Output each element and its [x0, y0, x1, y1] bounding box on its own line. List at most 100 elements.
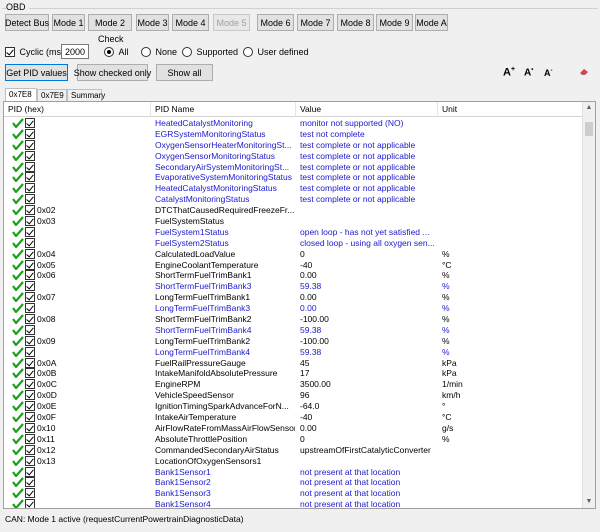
table-row[interactable]: 0x13 LocationOfOxygenSensors1 — [4, 455, 582, 467]
table-row[interactable]: Bank1Sensor3 not present at that location — [4, 488, 582, 499]
header-value[interactable]: Value — [296, 102, 438, 117]
table-row[interactable]: 0x05 EngineCoolantTemperature -40 °C — [4, 259, 582, 271]
mode-6-button[interactable]: Mode 6 — [257, 14, 294, 31]
table-row[interactable]: CatalystMonitoringStatus test complete or… — [4, 194, 582, 205]
table-row[interactable]: 0x07 LongTermFuelTrimBank1 0.00% — [4, 292, 582, 303]
mode-5-button[interactable]: Mode 5 — [213, 14, 250, 31]
row-checkbox[interactable] — [25, 379, 35, 390]
row-checkbox[interactable] — [25, 422, 35, 433]
mode-4-button[interactable]: Mode 4 — [172, 14, 209, 31]
table-row[interactable]: OxygenSensorMonitoringStatus test complet… — [4, 150, 582, 162]
table-row[interactable]: FuelSystem2Status closed loop - using all… — [4, 237, 582, 249]
mode-8-button[interactable]: Mode 8 — [337, 14, 374, 31]
table-row[interactable]: 0x10 AirFlowRateFromMassAirFlowSensor 0.00… — [4, 422, 582, 434]
table-row[interactable]: EGRSystemMonitoringStatus test not comple… — [4, 128, 582, 140]
table-row[interactable]: LongTermFuelTrimBank4 59.38% — [4, 346, 582, 358]
row-checkbox[interactable] — [25, 118, 35, 128]
mode-9-button[interactable]: Mode 9 — [376, 14, 413, 31]
row-checkbox[interactable] — [25, 488, 35, 499]
row-checkbox[interactable] — [25, 335, 35, 346]
row-checkbox[interactable] — [25, 346, 35, 357]
scrollbar-thumb[interactable] — [585, 122, 593, 136]
table-row[interactable]: ShortTermFuelTrimBank3 59.38% — [4, 281, 582, 292]
mode-1-button[interactable]: Mode 1 — [52, 14, 85, 31]
row-checkbox[interactable] — [25, 455, 35, 466]
header-unit[interactable]: Unit — [438, 102, 582, 117]
table-row[interactable]: LongTermFuelTrimBank3 0.00% — [4, 303, 582, 314]
table-row[interactable]: 0x0A FuelRailPressureGauge 45 kPa — [4, 357, 582, 369]
row-checkbox[interactable] — [25, 205, 35, 216]
table-row[interactable]: 0x0F IntakeAirTemperature -40 °C — [4, 412, 582, 423]
table-row[interactable]: Bank1Sensor2 not present at that location — [4, 477, 582, 488]
table-row[interactable]: ShortTermFuelTrimBank4 59.38% — [4, 324, 582, 336]
pid-table[interactable]: PID (hex) PID Name Value Unit HeatedCata… — [3, 101, 596, 509]
mode-3-button[interactable]: Mode 3 — [136, 14, 169, 31]
row-checkbox[interactable] — [25, 444, 35, 455]
row-checkbox[interactable] — [25, 357, 35, 368]
font-reset-button[interactable]: A• — [524, 67, 533, 78]
table-row[interactable]: 0x06 ShortTermFuelTrimBank1 0.00% — [4, 270, 582, 281]
table-row[interactable]: 0x04 CalculatedLoadValue 0% — [4, 248, 582, 260]
row-checkbox[interactable] — [25, 412, 35, 423]
table-row[interactable]: HeatedCatalystMonitoringStatus test compl… — [4, 183, 582, 194]
row-checkbox[interactable] — [25, 128, 35, 139]
row-checkbox[interactable] — [25, 466, 35, 477]
row-checkbox[interactable] — [25, 270, 35, 281]
table-row[interactable]: EvaporativeSystemMonitoringStatus test co… — [4, 172, 582, 183]
row-checkbox[interactable] — [25, 248, 35, 259]
table-row[interactable]: OxygenSensorHeaterMonitoringSt... test co… — [4, 139, 582, 151]
table-row[interactable]: 0x0D VehicleSpeedSensor 96 km/h — [4, 390, 582, 401]
scroll-down-icon[interactable]: ▼ — [583, 496, 595, 508]
table-row[interactable]: FuelSystem1Status open loop - has not yet… — [4, 226, 582, 238]
row-checkbox[interactable] — [25, 324, 35, 335]
radio-user-defined[interactable]: User defined — [243, 46, 309, 57]
table-row[interactable]: Bank1Sensor1 not present at that location — [4, 466, 582, 478]
header-pid[interactable]: PID (hex) — [4, 102, 151, 117]
table-row[interactable]: 0x11 AbsoluteThrottlePosition 0% — [4, 433, 582, 445]
row-checkbox[interactable] — [25, 259, 35, 270]
radio-none[interactable]: None — [141, 46, 177, 57]
row-checkbox[interactable] — [25, 499, 35, 508]
eraser-icon[interactable] — [579, 68, 589, 78]
mode-7-button[interactable]: Mode 7 — [297, 14, 334, 31]
table-row[interactable]: Bank1Sensor4 not present at that location — [4, 499, 582, 508]
row-checkbox[interactable] — [25, 433, 35, 444]
detect-bus-button[interactable]: Detect Bus — [5, 14, 49, 31]
tab-0x7e9[interactable]: 0x7E9 — [37, 89, 67, 101]
table-row[interactable]: 0x0C EngineRPM 3500.00 1/min — [4, 379, 582, 390]
table-row[interactable]: SecondaryAirSystemMonitoringSt... test co… — [4, 161, 582, 173]
table-row[interactable]: 0x0B IntakeManifoldAbsolutePressure 17 kPa — [4, 368, 582, 379]
row-checkbox[interactable] — [25, 172, 35, 183]
cyclic-interval-input[interactable] — [61, 44, 89, 59]
header-pid-name[interactable]: PID Name — [151, 102, 296, 117]
scroll-up-icon[interactable]: ▲ — [583, 102, 595, 114]
cyclic-checkbox[interactable]: Cyclic (ms) — [5, 46, 64, 57]
row-checkbox[interactable] — [25, 368, 35, 379]
show-checked-only-button[interactable]: Show checked only — [74, 64, 151, 81]
row-checkbox[interactable] — [25, 216, 35, 227]
show-all-button[interactable]: Show all — [156, 64, 213, 81]
table-row[interactable]: 0x02 DTCThatCausedRequiredFreezeFr... — [4, 205, 582, 216]
tab-0x7e8[interactable]: 0x7E8 — [5, 88, 37, 101]
table-row[interactable]: 0x12 CommandedSecondaryAirStatus upstreamO… — [4, 444, 582, 456]
row-checkbox[interactable] — [25, 237, 35, 248]
table-row[interactable]: 0x03 FuelSystemStatus — [4, 216, 582, 227]
row-checkbox[interactable] — [25, 477, 35, 488]
radio-supported[interactable]: Supported — [182, 46, 238, 57]
row-checkbox[interactable] — [25, 139, 35, 150]
font-increase-button[interactable]: A+ — [503, 66, 515, 79]
table-row[interactable]: HeatedCatalystMonitoring monitor not supp… — [4, 118, 582, 129]
mode-2-button[interactable]: Mode 2 — [88, 14, 132, 31]
tab-summary[interactable]: Summary — [67, 89, 105, 101]
font-decrease-button[interactable]: A- — [544, 68, 553, 78]
row-checkbox[interactable] — [25, 183, 35, 194]
row-checkbox[interactable] — [25, 292, 35, 303]
mode-10-button[interactable]: Mode A — [415, 14, 448, 31]
table-row[interactable]: 0x09 LongTermFuelTrimBank2 -100.00% — [4, 335, 582, 347]
table-row[interactable]: 0x08 ShortTermFuelTrimBank2 -100.00% — [4, 314, 582, 325]
row-checkbox[interactable] — [25, 281, 35, 292]
row-checkbox[interactable] — [25, 401, 35, 412]
row-checkbox[interactable] — [25, 390, 35, 401]
row-checkbox[interactable] — [25, 194, 35, 205]
row-checkbox[interactable] — [25, 303, 35, 314]
